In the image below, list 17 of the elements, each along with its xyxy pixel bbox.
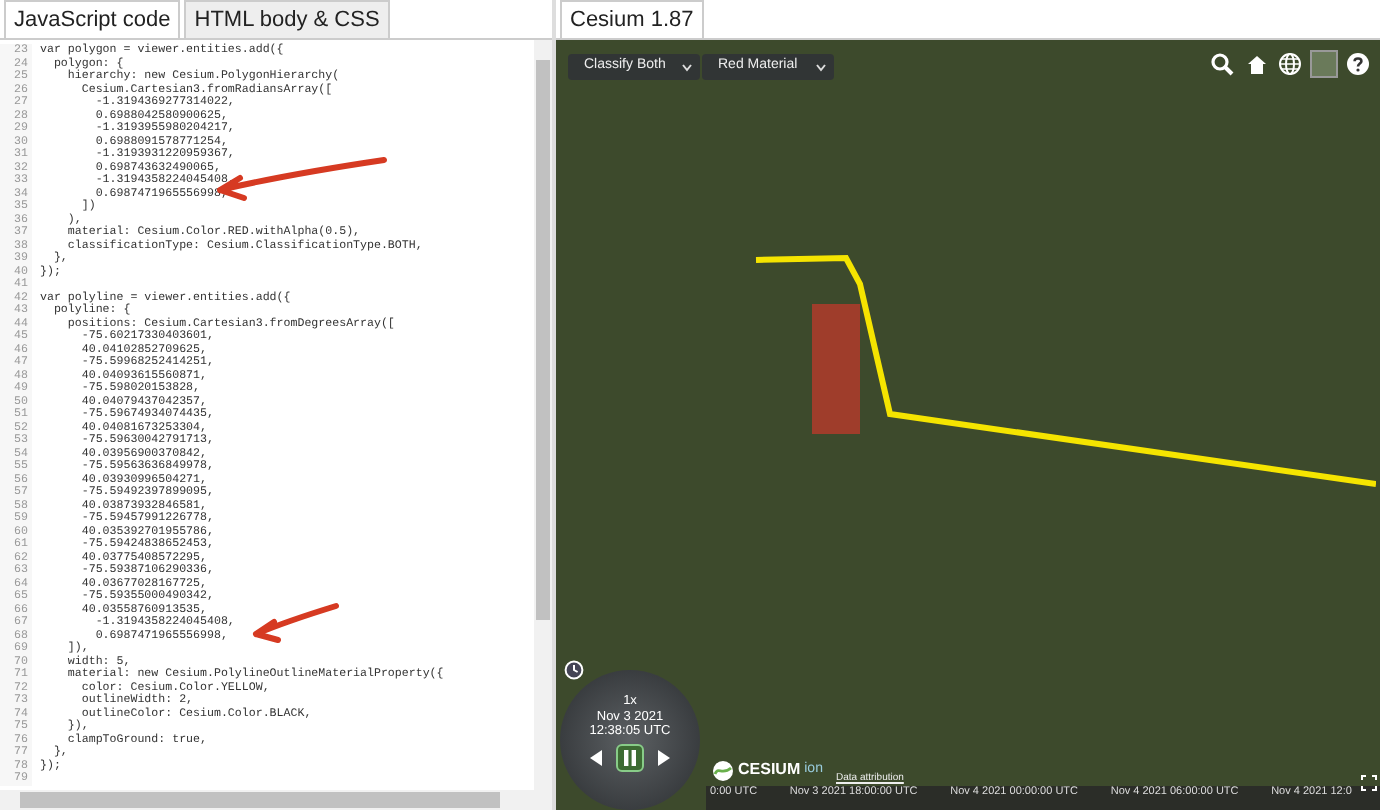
logo-icon	[712, 759, 734, 781]
scrollbar-thumb[interactable]	[20, 792, 500, 808]
scrollbar-thumb[interactable]	[536, 60, 550, 620]
arrow-annotation	[253, 603, 339, 643]
search-icon[interactable]	[1208, 50, 1236, 78]
pause-button[interactable]	[616, 743, 644, 771]
help-icon[interactable]	[1344, 50, 1372, 78]
editor-tab[interactable]: HTML body & CSS	[184, 0, 390, 38]
pause-icon	[618, 745, 642, 769]
caret-icon	[816, 63, 826, 71]
editor-tab[interactable]: JavaScript code	[4, 0, 181, 38]
caret-icon	[682, 63, 692, 71]
polygon-overlay	[812, 304, 860, 434]
globe-icon[interactable]	[1276, 50, 1304, 78]
layer-thumbnail[interactable]	[1310, 50, 1338, 78]
viewer-tab[interactable]: Cesium 1.87	[560, 0, 704, 38]
logo-text: CESIUM	[738, 758, 801, 782]
